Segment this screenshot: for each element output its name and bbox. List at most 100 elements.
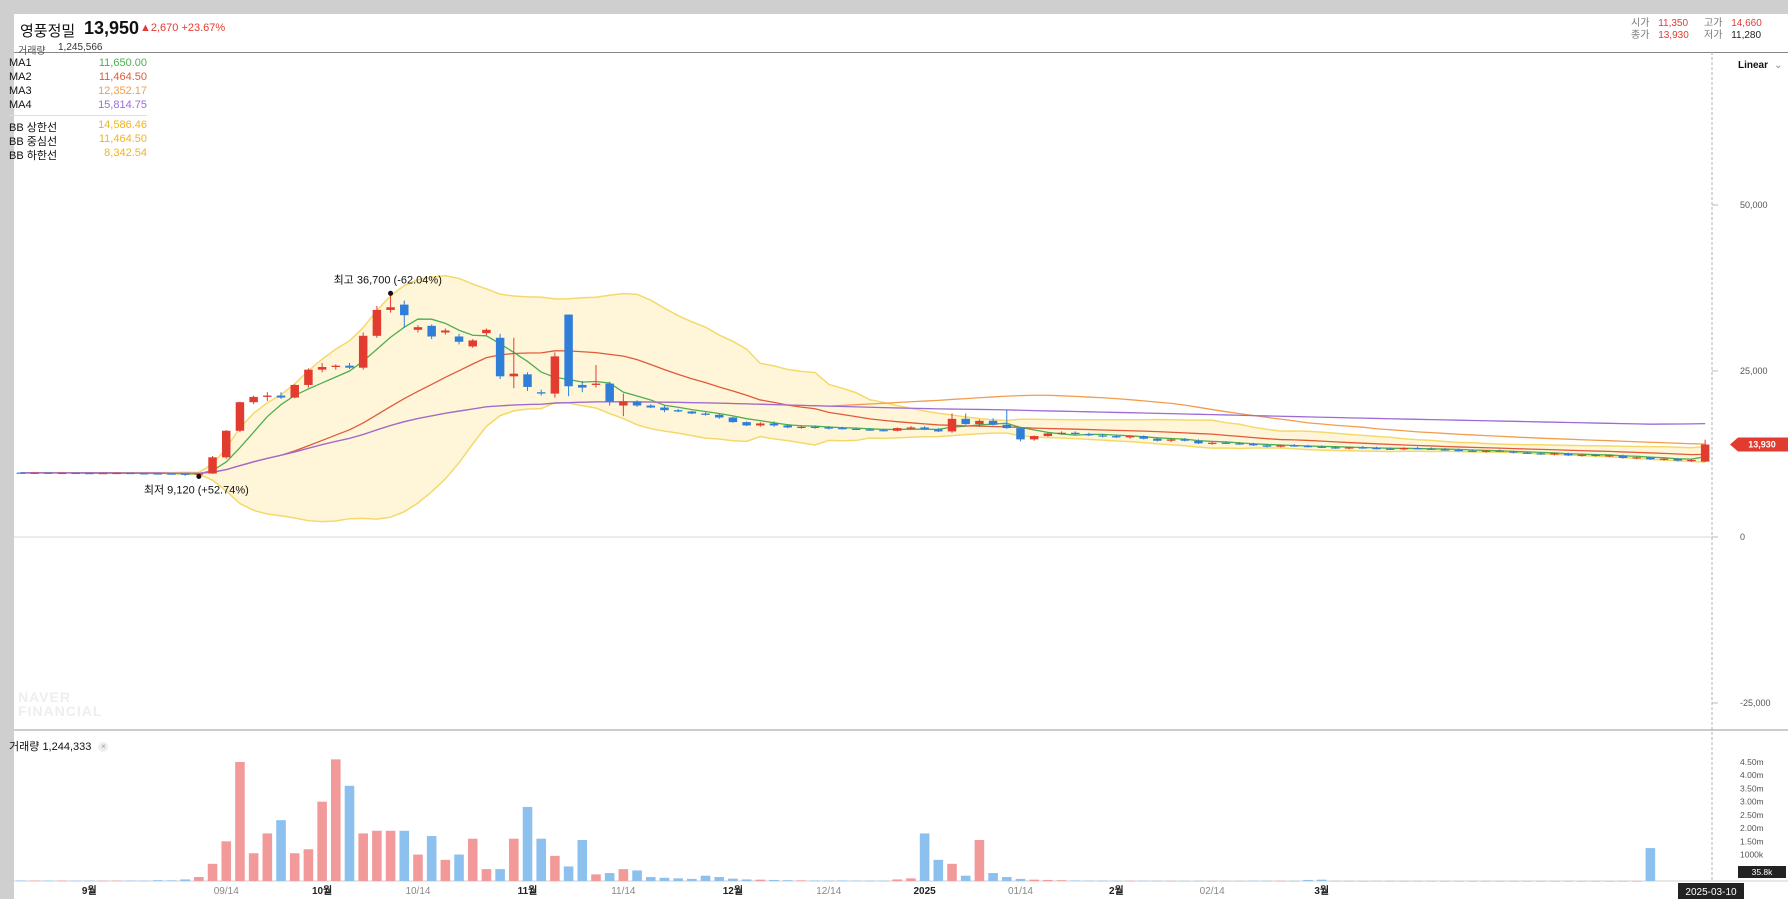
- volume-bar: [139, 880, 149, 882]
- candle-body: [1290, 445, 1299, 447]
- current-date-label: 2025-03-10: [1685, 887, 1737, 898]
- volume-bar: [550, 855, 560, 881]
- legend-value: 14,586.46: [98, 119, 147, 131]
- candle: [98, 472, 108, 475]
- candle-body: [276, 395, 286, 398]
- volume-bar: [1043, 879, 1053, 881]
- legend-bb-upper[interactable]: BB 상한선 14,586.46: [9, 119, 147, 134]
- volume-tick-label: 2.50m: [1740, 810, 1764, 820]
- volume-bar: [782, 880, 793, 881]
- close-icon[interactable]: ×: [98, 742, 109, 753]
- y-tick-label: 25,000: [1740, 366, 1768, 376]
- candle-body: [975, 420, 984, 425]
- candle-body: [372, 309, 382, 336]
- candle-body: [934, 429, 943, 432]
- x-tick-label: 11월: [518, 885, 538, 897]
- volume-bar: [57, 880, 67, 882]
- volume-bar: [1371, 880, 1382, 882]
- volume-bar: [1070, 880, 1081, 882]
- candle-body: [222, 430, 231, 458]
- candle-body: [1358, 447, 1368, 449]
- watermark-line: NAVER: [18, 689, 71, 705]
- volume-bar: [1193, 880, 1204, 882]
- volume-bar: [358, 833, 368, 881]
- legend-name: MA1: [9, 57, 32, 69]
- current-price-label: 13,930: [1748, 440, 1776, 450]
- legend-value: 11,464.50: [98, 71, 147, 83]
- volume-bar: [1303, 879, 1313, 881]
- legend-ma2[interactable]: MA2 11,464.50: [9, 71, 147, 85]
- legend-ma3[interactable]: MA3 12,352.17: [9, 85, 147, 99]
- candle-body: [126, 472, 135, 475]
- volume-bar: [796, 880, 807, 881]
- candle-body: [1139, 436, 1148, 439]
- volume-panel-label: 거래량: [9, 741, 40, 753]
- candle-body: [386, 307, 395, 310]
- volume-bar: [974, 840, 985, 881]
- volume-bar: [591, 874, 601, 881]
- y-tick-label: -25,000: [1740, 698, 1771, 708]
- legend-ma4[interactable]: MA4 15,814.75: [9, 99, 147, 113]
- volume-bar: [495, 869, 505, 881]
- legend-value: 11,464.50: [98, 133, 147, 145]
- candle-body: [1317, 446, 1326, 448]
- price-chart[interactable]: 50,000 25,000 0 -25,000 4.50m 4.00m 3.50m 3.00m…: [0, 0, 1788, 899]
- candle-body: [71, 472, 80, 475]
- volume-bar: [98, 880, 108, 882]
- candle-body: [358, 335, 368, 368]
- candle-body: [153, 473, 163, 475]
- volume-bar: [906, 878, 916, 881]
- volume-bar: [1234, 880, 1245, 882]
- candle: [728, 416, 738, 423]
- volume-bar: [1604, 880, 1615, 882]
- legend-ma1[interactable]: MA1 11,650.00: [9, 57, 147, 71]
- volume-bar: [1563, 880, 1574, 882]
- candle-body: [1481, 450, 1491, 452]
- volume-bar: [728, 878, 738, 881]
- low-marker: [196, 473, 202, 479]
- volume-bar: [467, 838, 478, 881]
- volume-bar: [755, 879, 766, 881]
- candle-body: [1673, 458, 1683, 461]
- volume-bar: [248, 853, 259, 881]
- low-annotation: 최저 9,120 (+52.74%): [144, 483, 249, 496]
- y-tick-label: 50,000: [1740, 200, 1768, 210]
- legend-bb-middle[interactable]: BB 중심선 11,464.50: [9, 133, 147, 148]
- legend-bb-lower[interactable]: BB 하한선 8,342.54: [9, 147, 147, 162]
- candle-body: [824, 427, 834, 429]
- candle-body: [167, 473, 176, 475]
- candle-body: [427, 325, 436, 337]
- volume-bar: [1262, 880, 1272, 882]
- volume-bar: [687, 878, 697, 881]
- candle: [372, 305, 382, 338]
- candle-body: [947, 418, 957, 432]
- volume-bar: [1549, 880, 1560, 882]
- volume-bar: [1207, 880, 1217, 882]
- volume-bar: [166, 880, 177, 881]
- candle-body: [1618, 455, 1628, 458]
- candle-body: [851, 428, 861, 430]
- volume-bar: [1618, 880, 1628, 882]
- volume-bar: [399, 830, 410, 881]
- candle-body: [1180, 439, 1190, 441]
- volume-bar: [1536, 880, 1546, 882]
- volume-bar: [988, 873, 998, 881]
- volume-bar: [851, 880, 861, 882]
- candle: [1016, 427, 1025, 442]
- legend-name: MA4: [9, 99, 32, 111]
- candle-body: [1550, 453, 1559, 455]
- volume-bar: [892, 879, 903, 881]
- volume-bar: [823, 880, 834, 882]
- legend-value: 8,342.54: [104, 147, 147, 159]
- volume-bar: [1481, 880, 1491, 882]
- x-tick-label: 10월: [312, 885, 332, 897]
- candle: [358, 332, 368, 370]
- volume-bar: [960, 875, 971, 881]
- scale-mode-dropdown[interactable]: Linear ⌄: [1738, 60, 1782, 71]
- volume-bar: [1152, 880, 1163, 882]
- x-tick-label: 2025: [913, 886, 936, 897]
- volume-tick-label: 1.50m: [1740, 836, 1764, 846]
- scale-mode-label: Linear: [1738, 60, 1769, 71]
- x-tick-label: 12/14: [816, 886, 841, 897]
- candle-body: [441, 330, 450, 333]
